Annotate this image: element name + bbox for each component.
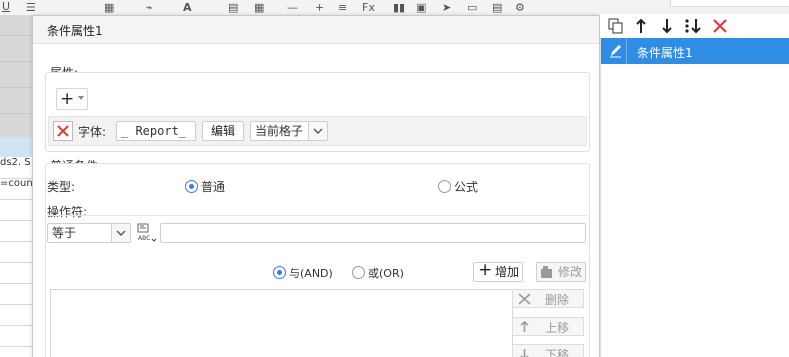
logic-and-label: 与(AND): [289, 267, 333, 280]
text-align-icon: ≡: [338, 1, 348, 14]
pencil-icon: [610, 45, 621, 58]
scope-select[interactable]: 当前格子: [250, 121, 328, 141]
operator-select[interactable]: 等于: [47, 223, 131, 243]
logic-or-label: 或(OR): [368, 267, 404, 280]
background-column: [0, 15, 32, 137]
image-icon: ▣: [416, 1, 427, 14]
right-panel-header: [600, 0, 789, 14]
background-header-row: [0, 137, 32, 157]
underline-icon: U: [2, 0, 11, 13]
delete-condition-label: 删除: [545, 293, 570, 307]
line-icon: —: [287, 1, 298, 14]
background-cells: ds2. S =coun: [0, 157, 33, 357]
add-condition-label: 增加: [495, 265, 520, 279]
add-attribute-button[interactable]: +: [56, 88, 88, 110]
add-condition-button[interactable]: + 增加: [473, 260, 523, 282]
sheet-cell[interactable]: [0, 304, 32, 326]
operator-label: 操作符:: [47, 205, 88, 219]
type-formula-label: 公式: [454, 180, 479, 194]
frame-icon: ▭: [467, 1, 478, 14]
sheet-cell[interactable]: [0, 199, 32, 221]
sheet-cell[interactable]: [0, 262, 32, 284]
close-icon: [57, 125, 69, 137]
sheet-cell[interactable]: [0, 283, 32, 305]
copy-icon[interactable]: [608, 18, 624, 34]
dialog-title: 条件属性1: [47, 24, 103, 38]
fx-icon: Fx: [362, 1, 375, 14]
delete-condition-button[interactable]: 删除: [512, 289, 584, 308]
value-type-icon[interactable]: ABC: [136, 222, 158, 244]
sheet-cell[interactable]: [0, 220, 32, 242]
right-panel-search[interactable]: [670, 0, 789, 7]
move-down-label: 下移: [545, 348, 570, 357]
condition-attribute-list: 条件属性1: [600, 38, 789, 357]
chevron-down-icon: [78, 96, 84, 100]
arrow-down-icon: [520, 349, 529, 357]
brush-icon: ⌁: [146, 1, 153, 14]
modify-condition-label: 修改: [558, 265, 583, 279]
operand-input[interactable]: [160, 223, 586, 243]
type-normal-radio[interactable]: [185, 180, 198, 193]
modify-icon: [541, 266, 552, 278]
condition-attribute-dialog: 条件属性1 属性: + 字体: _ Report_ 编辑 当前格子: [32, 15, 600, 357]
sheet-cell[interactable]: [0, 241, 32, 263]
chevron-down-icon: [308, 122, 327, 140]
sheet-cell[interactable]: =coun: [0, 178, 32, 200]
scope-select-value: 当前格子: [255, 124, 304, 138]
plus-icon: +: [60, 89, 75, 109]
plus-icon: +: [478, 260, 493, 280]
type-normal-label: 普通: [201, 180, 226, 194]
background-toolbar: U ☰ ▦ ⌁ A ▤ ▦ — + ≡ Fx ▮▮ ▣ ➤ ▭ ▤ ⚙: [0, 0, 600, 16]
border-icon: ▦: [254, 1, 265, 14]
arrow-up-icon: [520, 321, 529, 332]
arrow-up-icon[interactable]: [634, 18, 648, 34]
right-panel-toolbar: [600, 14, 789, 38]
settings-icon: ⚙: [515, 1, 525, 14]
dialog-title-bar: 条件属性1: [33, 16, 599, 44]
sheet-cell[interactable]: ds2. S: [0, 157, 32, 179]
modify-condition-button[interactable]: 修改: [536, 262, 586, 282]
chart-icon: ▮▮: [393, 1, 406, 14]
logic-and-radio[interactable]: [273, 266, 286, 279]
font-value-field[interactable]: _ Report_: [116, 121, 196, 141]
edit-font-button[interactable]: 编辑: [202, 121, 244, 141]
table-icon: ▤: [228, 1, 239, 14]
svg-text:ABC: ABC: [138, 235, 150, 242]
plus-icon: +: [315, 1, 325, 14]
move-up-button[interactable]: 上移: [512, 317, 584, 336]
move-down-button[interactable]: 下移: [512, 344, 584, 357]
delete-icon[interactable]: [712, 18, 728, 34]
align-icon: ☰: [26, 1, 36, 14]
remove-attribute-button[interactable]: [53, 121, 73, 141]
grid-icon: ▦: [104, 1, 115, 14]
font-color-icon: A: [183, 1, 192, 14]
condition-list[interactable]: [50, 289, 513, 357]
operator-select-value: 等于: [52, 226, 77, 240]
font-label: 字体:: [78, 125, 107, 139]
close-icon: [518, 293, 531, 305]
chevron-down-icon: [111, 224, 130, 242]
sort-down-icon[interactable]: [684, 18, 702, 34]
divider: [47, 215, 587, 216]
pointer-icon: ➤: [442, 1, 452, 14]
move-up-label: 上移: [545, 321, 570, 335]
sheet-cell[interactable]: [0, 325, 32, 347]
type-label: 类型:: [47, 180, 76, 194]
logic-or-radio[interactable]: [352, 266, 365, 279]
list-item[interactable]: 条件属性1: [601, 38, 789, 64]
type-formula-radio[interactable]: [438, 180, 451, 193]
list-item-label: 条件属性1: [637, 46, 693, 60]
arrow-down-icon[interactable]: [660, 18, 674, 34]
sheet-icon: ▤: [492, 1, 503, 14]
attribute-row: 字体: _ Report_ 编辑 当前格子: [48, 116, 587, 146]
separator: [626, 38, 627, 64]
